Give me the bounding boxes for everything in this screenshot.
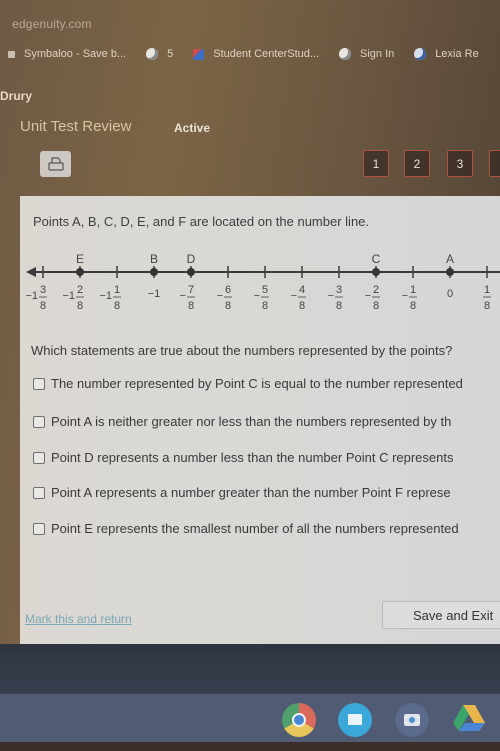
tick-label-numerator: 2: [373, 284, 379, 296]
option-text: The number represented by Point C is equ…: [51, 376, 463, 391]
tick-label-whole: −: [291, 290, 297, 302]
chrome-icon[interactable]: [282, 703, 316, 737]
point-label-b: B: [150, 252, 158, 266]
point-label-c: C: [372, 252, 381, 266]
checkbox[interactable]: [33, 486, 45, 499]
question-text: Which statements are true about the numb…: [31, 343, 453, 358]
drive-icon[interactable]: [452, 703, 486, 737]
bookmark-sign-in[interactable]: Sign In: [339, 48, 394, 60]
tick-label-denominator: 8: [299, 300, 305, 312]
option-4[interactable]: Point A represents a number greater than…: [33, 485, 451, 500]
option-2[interactable]: Point A is neither greater nor less than…: [33, 414, 451, 429]
point-label-e: E: [76, 252, 84, 266]
tick-label-numerator: 5: [262, 284, 268, 296]
tick-label-whole: −: [328, 290, 334, 302]
camera-icon[interactable]: [395, 703, 429, 737]
student-center-icon: [193, 48, 205, 60]
tick-label-denominator: 8: [484, 300, 490, 312]
point-e: [76, 268, 84, 276]
left-arrow-icon: [26, 267, 36, 277]
option-text: Point D represents a number less than th…: [51, 450, 454, 465]
tick-label-denominator: 8: [77, 300, 83, 312]
option-text: Point E represents the smallest number o…: [51, 521, 459, 536]
number-line: −1 38−1 28−1 18−1−78− 68− 58− 48− 38− 28− 180 18E B…: [25, 252, 500, 312]
tick-label-numerator: 3: [40, 284, 46, 296]
tick-label-numerator: 3: [336, 284, 342, 296]
tick-label-numerator: 4: [299, 284, 305, 296]
tick-label-numerator: 2: [77, 284, 83, 296]
tick-label-whole: −: [365, 290, 371, 302]
tick-label-whole: −1: [62, 290, 75, 302]
question-nav-4[interactable]: [489, 150, 500, 177]
bookmark-lexia[interactable]: Lexia Re: [414, 48, 479, 60]
save-and-exit-button[interactable]: Save and Exit: [382, 601, 500, 629]
tick-label-whole: −: [254, 290, 260, 302]
point-c: [372, 268, 380, 276]
tick-label-denominator: 8: [114, 300, 120, 312]
screen-bezel: [0, 644, 500, 694]
tick-label-whole: −1: [99, 290, 112, 302]
option-text: Point A represents a number greater than…: [51, 485, 451, 500]
tick-label-whole: −: [217, 290, 223, 302]
question-card: Points A, B, C, D, E, and F are located …: [20, 196, 500, 644]
point-b: [150, 268, 158, 276]
tick-label-numerator: 1: [410, 284, 416, 296]
bookmark-5[interactable]: 5: [146, 48, 173, 60]
tick-label-denominator: 8: [336, 300, 342, 312]
checkbox[interactable]: [33, 451, 45, 464]
question-nav-1[interactable]: 1: [363, 150, 389, 177]
point-label-d: D: [187, 252, 196, 266]
tick-label-denominator: 8: [40, 300, 46, 312]
mark-and-return-link[interactable]: Mark this and return: [25, 612, 132, 626]
tick-label-denominator: 8: [410, 300, 416, 312]
files-icon[interactable]: [338, 703, 372, 737]
point-d: [187, 268, 195, 276]
address-bar-url[interactable]: edgenuity.com: [12, 17, 92, 31]
bookmark-label: Sign In: [360, 48, 395, 60]
tick-label-numerator: 1: [484, 284, 490, 296]
globe-icon: [339, 48, 352, 60]
tick-label-denominator: 8: [188, 300, 194, 312]
bookmark-label: Student CenterStud...: [213, 48, 320, 60]
print-button[interactable]: [40, 151, 71, 177]
bookmark-label: 5: [167, 48, 174, 60]
bookmark-student-center[interactable]: Student CenterStud...: [193, 48, 319, 60]
status-badge: Active: [174, 121, 211, 135]
page-title: Unit Test Review: [20, 118, 132, 135]
globe-icon: [146, 48, 159, 60]
checkbox[interactable]: [33, 415, 45, 428]
student-name: Drury: [0, 89, 33, 103]
point-label-a: A: [446, 252, 454, 266]
question-nav-3[interactable]: 3: [447, 150, 473, 177]
checkbox[interactable]: [33, 377, 45, 390]
tick-label-denominator: 8: [373, 300, 379, 312]
device-frame: [0, 742, 500, 751]
tick-label-denominator: 8: [225, 300, 231, 312]
option-5[interactable]: Point E represents the smallest number o…: [33, 521, 459, 536]
tick-label-whole: −1: [25, 290, 38, 302]
tick-label-numerator: 7: [188, 284, 194, 296]
bookmarks-bar: Symbaloo - Save b... 5 Student CenterStu…: [0, 44, 500, 64]
tick-label-denominator: 8: [262, 300, 268, 312]
option-3[interactable]: Point D represents a number less than th…: [33, 450, 454, 465]
tick-label: 0: [447, 288, 453, 300]
option-text: Point A is neither greater nor less than…: [51, 414, 452, 429]
tick-label-numerator: 1: [114, 284, 120, 296]
point-a: [446, 268, 454, 276]
question-nav-2[interactable]: 2: [404, 150, 430, 177]
option-1[interactable]: The number represented by Point C is equ…: [33, 376, 463, 391]
grid-icon: [8, 50, 15, 58]
tick-label: −1: [148, 288, 161, 300]
lexia-icon: [414, 48, 427, 60]
question-prompt: Points A, B, C, D, E, and F are located …: [33, 214, 370, 229]
bookmark-label: Lexia Re: [435, 48, 479, 60]
checkbox[interactable]: [33, 522, 45, 535]
tick-label-numerator: 6: [225, 284, 231, 296]
bookmark-label: Symbaloo - Save b...: [24, 48, 127, 60]
tick-label-whole: −: [402, 290, 408, 302]
printer-icon: [47, 157, 64, 171]
bookmark-symbaloo[interactable]: Symbaloo - Save b...: [0, 48, 126, 60]
tick-label-whole: −: [180, 290, 186, 302]
